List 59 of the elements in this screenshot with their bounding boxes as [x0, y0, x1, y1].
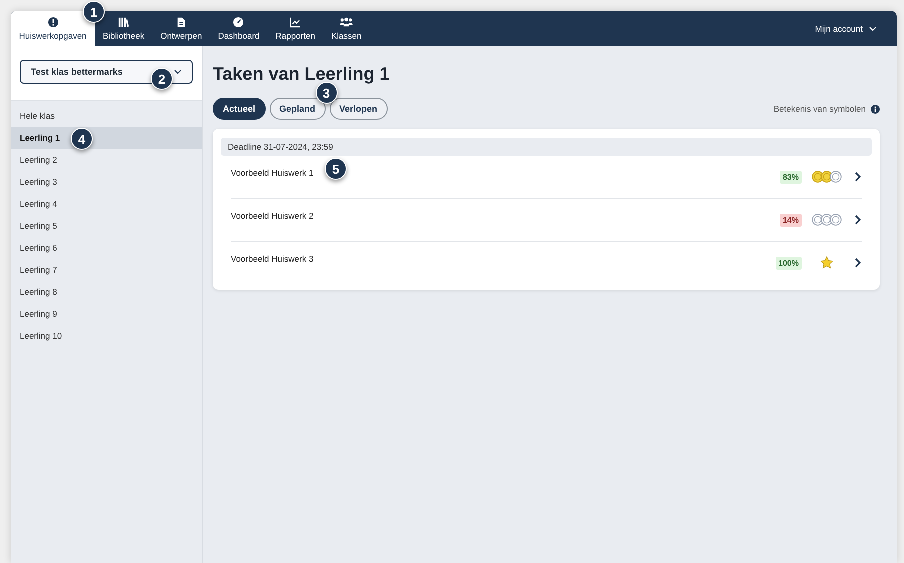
- student-name: Leerling 10: [20, 331, 62, 341]
- filter-tab[interactable]: Verlopen: [330, 98, 388, 120]
- student-item[interactable]: Leerling 3: [11, 171, 202, 193]
- student-item[interactable]: Leerling 9: [11, 303, 202, 325]
- chevron-right-icon: [854, 258, 862, 268]
- account-menu[interactable]: Mijn account: [809, 11, 897, 46]
- student-name: Leerling 8: [20, 287, 58, 297]
- score-badge: 14%: [780, 214, 802, 226]
- chevron-down-icon: [869, 24, 877, 32]
- chevron-right-icon: [854, 215, 862, 225]
- books-icon: [118, 16, 130, 28]
- document-icon: [176, 16, 187, 28]
- student-item[interactable]: Leerling 6: [11, 237, 202, 259]
- info-icon: [871, 104, 880, 114]
- student-item[interactable]: Leerling 4: [11, 193, 202, 215]
- callout-number: 5: [325, 158, 347, 180]
- callout-number: 1: [83, 1, 105, 23]
- callout-number: 4: [71, 128, 93, 150]
- student-item[interactable]: Hele klas: [11, 105, 202, 127]
- nav-tab[interactable]: Rapporten: [268, 11, 324, 46]
- page-title: Taken van Leerling 1: [213, 64, 391, 85]
- student-name: Leerling 6: [20, 243, 58, 253]
- task-row[interactable]: Voorbeeld Huiswerk 1 83% 5: [231, 156, 862, 199]
- student-name: Leerling 7: [20, 265, 58, 275]
- gauge-icon: [233, 16, 244, 28]
- line-chart-icon: [290, 16, 302, 28]
- task-name: Voorbeeld Huiswerk 2: [231, 211, 314, 221]
- task-name: Voorbeeld Huiswerk 3: [231, 254, 314, 264]
- alert-icon: [48, 16, 58, 28]
- callout-number: 3: [316, 82, 338, 104]
- student-name: Leerling 9: [20, 309, 58, 319]
- task-row[interactable]: Voorbeeld Huiswerk 2 14%: [231, 199, 862, 242]
- student-name: Leerling 4: [20, 199, 58, 209]
- student-item[interactable]: Leerling 5: [11, 215, 202, 237]
- student-name: Leerling 2: [20, 155, 58, 165]
- chevron-right-icon: [854, 172, 862, 182]
- star-icon: [820, 256, 834, 270]
- deadline-header: Deadline 31-07-2024, 23:59: [221, 138, 872, 156]
- student-item[interactable]: Leerling 8: [11, 281, 202, 303]
- student-name: Hele klas: [20, 111, 55, 121]
- task-name: Voorbeeld Huiswerk 1: [231, 168, 314, 178]
- nav-tab[interactable]: Dashboard: [210, 11, 268, 46]
- chevron-down-icon: [174, 68, 182, 76]
- student-name: Leerling 5: [20, 221, 58, 231]
- nav-tab[interactable]: Klassen: [323, 11, 370, 46]
- student-name: Leerling 1: [20, 133, 60, 143]
- student-item[interactable]: Leerling 10: [11, 325, 202, 347]
- task-row[interactable]: Voorbeeld Huiswerk 3 100%: [231, 242, 862, 284]
- score-badge: 100%: [776, 256, 802, 270]
- legend-link[interactable]: Betekenis van symbolen: [774, 104, 866, 114]
- student-item[interactable]: Leerling 2: [11, 149, 202, 171]
- score-badge: 83%: [780, 170, 802, 184]
- student-name: Leerling 3: [20, 177, 58, 187]
- filter-tab[interactable]: Actueel: [213, 98, 266, 120]
- people-icon: [339, 16, 354, 28]
- nav-tab[interactable]: Ontwerpen: [152, 11, 210, 46]
- filter-tab[interactable]: Gepland: [270, 98, 326, 120]
- student-item[interactable]: Leerling 1 4: [11, 127, 202, 149]
- student-item[interactable]: Leerling 7: [11, 259, 202, 281]
